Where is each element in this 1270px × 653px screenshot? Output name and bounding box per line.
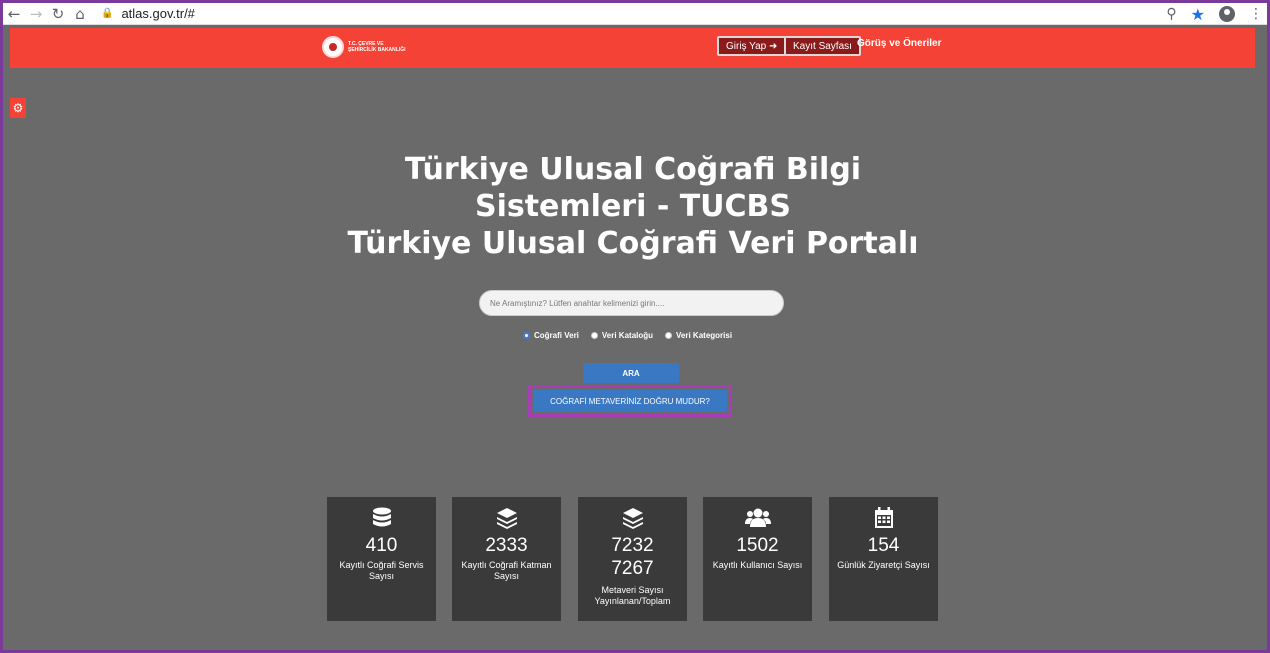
- forward-icon[interactable]: →: [25, 3, 47, 25]
- seal-icon: [322, 36, 344, 58]
- metadata-check-button[interactable]: COĞRAFİ METAVERİNİZ DOĞRU MUDUR?: [533, 390, 727, 412]
- stat-card-metadata: 7232 7267 Metaveri Sayısı Yayınlanan/Top…: [578, 497, 687, 621]
- browser-toolbar: ← → ↻ ⌂ 🔒 atlas.gov.tr/# ⚲ ★ ⋮: [3, 3, 1267, 25]
- lock-icon: 🔒: [101, 8, 114, 19]
- title-line-2: Sistemleri - TUCBS: [474, 189, 792, 224]
- feedback-link[interactable]: Görüş ve Öneriler: [857, 38, 941, 49]
- radio-selected-icon[interactable]: [523, 332, 530, 339]
- stat-value: 154: [867, 535, 900, 556]
- stat-label: Kayıtlı Kullanıcı Sayısı: [712, 560, 803, 570]
- menu-icon[interactable]: ⋮: [1249, 6, 1263, 22]
- home-icon[interactable]: ⌂: [69, 3, 91, 25]
- search-button[interactable]: ARA: [583, 363, 679, 383]
- back-icon[interactable]: ←: [3, 3, 25, 25]
- radio-cografi-veri[interactable]: Coğrafi Veri: [523, 331, 579, 340]
- reload-icon[interactable]: ↻: [47, 3, 69, 25]
- title-line-1: Türkiye Ulusal Coğrafi Bilgi: [404, 152, 862, 187]
- page-title: Türkiye Ulusal Coğrafi Bilgi Sistemleri …: [283, 151, 983, 262]
- settings-gear-icon[interactable]: ⚙: [10, 98, 26, 118]
- layers-icon: [496, 508, 517, 529]
- site-header: T.C. ÇEVRE VE ŞEHİRCİLİK BAKANLIĞI Giriş…: [10, 28, 1255, 68]
- login-button[interactable]: Giriş Yap ➜: [717, 36, 787, 56]
- users-icon: [744, 508, 771, 527]
- search-input[interactable]: [479, 290, 784, 316]
- radio-veri-katalogu[interactable]: Veri Kataloğu: [590, 331, 653, 340]
- stat-value: 410: [365, 535, 398, 556]
- stat-card-services: 410 Kayıtlı Coğrafi Servis Sayısı: [327, 497, 436, 621]
- browser-window: ← → ↻ ⌂ 🔒 atlas.gov.tr/# ⚲ ★ ⋮ T.C. ÇEVR…: [3, 3, 1267, 650]
- stat-value: 2333: [485, 535, 528, 556]
- search-type-radio-group: Coğrafi Veri Veri Kataloğu Veri Kategori…: [523, 331, 732, 340]
- stat-card-users: 1502 Kayıtlı Kullanıcı Sayısı: [703, 497, 812, 621]
- stats-panel: 410 Kayıtlı Coğrafi Servis Sayısı 2333 K…: [327, 497, 938, 621]
- stat-label: Metaveri Sayısı Yayınlanan/Toplam: [594, 585, 671, 606]
- layers-icon: [622, 508, 643, 529]
- database-icon: [372, 507, 391, 527]
- stat-value: 1502: [736, 535, 779, 556]
- ministry-logo[interactable]: T.C. ÇEVRE VE ŞEHİRCİLİK BAKANLIĞI: [322, 36, 408, 58]
- radio-unselected-icon[interactable]: [590, 332, 598, 339]
- stat-value-total: 7267: [611, 558, 654, 579]
- logo-text: T.C. ÇEVRE VE ŞEHİRCİLİK BAKANLIĞI: [348, 41, 406, 53]
- radio-unselected-icon[interactable]: [665, 332, 673, 339]
- stat-label: Kayıtlı Coğrafi Servis Sayısı: [339, 560, 424, 581]
- address-bar[interactable]: 🔒 atlas.gov.tr/#: [101, 3, 195, 25]
- stat-card-layers: 2333 Kayıtlı Coğrafi Katman Sayısı: [452, 497, 561, 621]
- zoom-icon[interactable]: ⚲: [1166, 6, 1176, 22]
- register-button[interactable]: Kayıt Sayfası: [784, 36, 861, 56]
- stat-value-published: 7232: [611, 535, 654, 556]
- stat-card-visitors: 154 Günlük Ziyaretçi Sayısı: [829, 497, 938, 621]
- account-icon[interactable]: [1219, 6, 1235, 22]
- stat-label: Günlük Ziyaretçi Sayısı: [837, 560, 930, 570]
- bookmark-star-icon[interactable]: ★: [1191, 5, 1205, 24]
- stat-label: Kayıtlı Coğrafi Katman Sayısı: [461, 560, 552, 581]
- radio-veri-kategorisi[interactable]: Veri Kategorisi: [665, 331, 732, 340]
- title-line-3: Türkiye Ulusal Coğrafi Veri Portalı: [347, 226, 919, 261]
- calendar-icon: [874, 507, 893, 528]
- url-text[interactable]: atlas.gov.tr/#: [121, 6, 194, 21]
